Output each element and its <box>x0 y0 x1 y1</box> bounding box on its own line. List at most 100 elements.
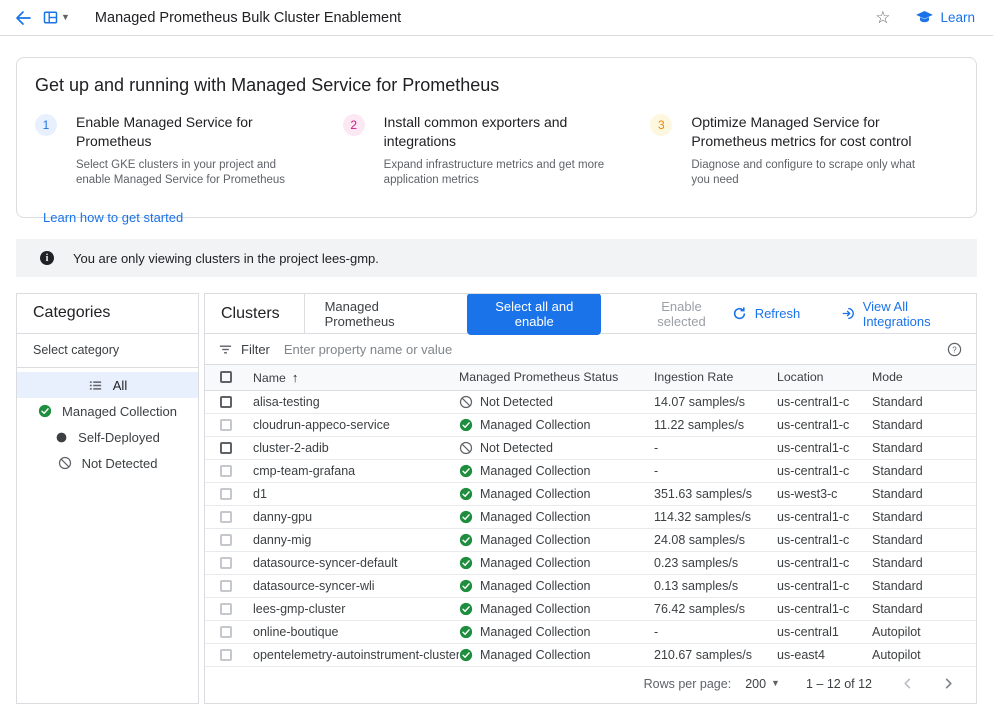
status-label: Managed Collection <box>480 602 591 616</box>
status-label: Managed Collection <box>480 556 591 570</box>
table-row[interactable]: datasource-syncer-default Managed Collect… <box>205 551 976 574</box>
next-page-button[interactable] <box>943 678 954 689</box>
cluster-name: online-boutique <box>248 620 459 643</box>
previous-page-button[interactable] <box>902 678 913 689</box>
table-row[interactable]: cluster-2-adibNot Detected-us-central1-c… <box>205 436 976 459</box>
step-1: 1Enable Managed Service for PrometheusSe… <box>35 113 343 189</box>
step-description: Diagnose and configure to scrape only wh… <box>691 158 928 189</box>
refresh-button[interactable]: Refresh <box>732 306 801 321</box>
status-cell: Managed Collection <box>459 620 654 643</box>
location-cell: us-west3-c <box>777 482 872 505</box>
table-row[interactable]: opentelemetry-autoinstrument-clusterMana… <box>205 643 976 666</box>
rows-per-page-value: 200 <box>745 677 766 691</box>
cluster-name: datasource-syncer-default <box>248 551 459 574</box>
filter-input[interactable] <box>284 342 947 357</box>
star-icon[interactable]: ☆ <box>875 9 890 26</box>
check-circle-icon <box>38 404 52 418</box>
check-circle-icon <box>459 602 473 616</box>
sidebar-item-managed-collection[interactable]: Managed Collection <box>17 398 198 424</box>
table-row[interactable]: cloudrun-appeco-serviceManaged Collectio… <box>205 413 976 436</box>
ingestion-rate-cell: 76.42 samples/s <box>654 597 777 620</box>
table-row[interactable]: online-boutiqueManaged Collection-us-cen… <box>205 620 976 643</box>
row-checkbox[interactable] <box>220 396 232 408</box>
mode-cell: Standard <box>872 482 976 505</box>
ingestion-rate-cell: - <box>654 459 777 482</box>
location-cell: us-central1-c <box>777 574 872 597</box>
column-header-ingestion-rate[interactable]: Ingestion Rate <box>654 365 777 390</box>
mode-cell: Standard <box>872 574 976 597</box>
getting-started-steps: 1Enable Managed Service for PrometheusSe… <box>35 113 958 189</box>
managed-prometheus-label: Managed Prometheus <box>325 299 442 329</box>
sidebar-item-all[interactable]: All <box>17 372 198 398</box>
status-cell: Not Detected <box>459 390 654 413</box>
column-header-status[interactable]: Managed Prometheus Status <box>459 365 654 390</box>
ingestion-rate-cell: 351.63 samples/s <box>654 482 777 505</box>
table-row[interactable]: datasource-syncer-wliManaged Collection0… <box>205 574 976 597</box>
back-arrow-icon[interactable] <box>14 9 32 27</box>
status-cell: Managed Collection <box>459 482 654 505</box>
row-checkbox <box>220 465 232 477</box>
status-label: Managed Collection <box>480 464 591 478</box>
check-circle-icon <box>459 625 473 639</box>
check-circle-icon <box>459 533 473 547</box>
learn-button[interactable]: Learn <box>916 10 975 25</box>
refresh-icon <box>732 306 747 321</box>
step-title: Enable Managed Service for Prometheus <box>76 113 313 151</box>
filter-icon <box>218 342 233 357</box>
blocked-icon <box>58 456 72 470</box>
filter-bar: Filter ? <box>205 334 976 365</box>
status-cell: Managed Collection <box>459 459 654 482</box>
cluster-name: cmp-team-grafana <box>248 459 459 482</box>
ingestion-rate-cell: 14.07 samples/s <box>654 390 777 413</box>
main-content: Categories Select category AllManaged Co… <box>16 293 977 704</box>
table-row[interactable]: alisa-testingNot Detected14.07 samples/s… <box>205 390 976 413</box>
window-grid-icon[interactable]: ▼ <box>43 10 70 25</box>
view-all-integrations-label: View All Integrations <box>863 299 960 329</box>
status-cell: Managed Collection <box>459 643 654 666</box>
row-checkbox <box>220 649 232 661</box>
rows-per-page-select[interactable]: 200 ▼ <box>745 677 780 691</box>
location-cell: us-central1 <box>777 620 872 643</box>
mode-cell: Autopilot <box>872 620 976 643</box>
status-cell: Managed Collection <box>459 413 654 436</box>
column-header-location[interactable]: Location <box>777 365 872 390</box>
select-all-checkbox[interactable] <box>220 371 232 383</box>
cluster-name: opentelemetry-autoinstrument-cluster <box>248 643 459 666</box>
column-header-mode[interactable]: Mode <box>872 365 976 390</box>
table-row[interactable]: danny-gpuManaged Collection114.32 sample… <box>205 505 976 528</box>
row-checkbox <box>220 626 232 638</box>
status-label: Not Detected <box>480 441 553 455</box>
cluster-name: datasource-syncer-wli <box>248 574 459 597</box>
status-cell: Managed Collection <box>459 574 654 597</box>
check-circle-icon <box>459 579 473 593</box>
step-number-badge: 3 <box>650 114 672 136</box>
table-row[interactable]: cmp-team-grafanaManaged Collection-us-ce… <box>205 459 976 482</box>
sidebar-item-not-detected[interactable]: Not Detected <box>17 450 198 476</box>
location-cell: us-central1-c <box>777 597 872 620</box>
table-row[interactable]: d1Managed Collection351.63 samples/sus-w… <box>205 482 976 505</box>
step-title: Install common exporters and integration… <box>384 113 621 151</box>
sidebar-item-self-deployed[interactable]: Self-Deployed <box>17 424 198 450</box>
row-checkbox <box>220 511 232 523</box>
blocked-icon <box>459 441 473 455</box>
chevron-down-icon: ▼ <box>771 679 780 688</box>
blocked-icon <box>459 395 473 409</box>
column-header-name[interactable]: Name↑ <box>248 365 459 390</box>
getting-started-card: Get up and running with Managed Service … <box>16 57 977 218</box>
divider <box>304 294 305 333</box>
step-title: Optimize Managed Service for Prometheus … <box>691 113 928 151</box>
view-all-integrations-button[interactable]: View All Integrations <box>842 299 960 329</box>
svg-text:?: ? <box>952 345 957 354</box>
help-icon[interactable]: ? <box>947 342 962 357</box>
table-row[interactable]: danny-migManaged Collection24.08 samples… <box>205 528 976 551</box>
select-all-and-enable-button[interactable]: Select all and enable <box>467 293 601 335</box>
row-checkbox[interactable] <box>220 442 232 454</box>
cluster-name: lees-gmp-cluster <box>248 597 459 620</box>
table-row[interactable]: lees-gmp-cluster Managed Collection 76.42 … <box>205 597 976 620</box>
categories-panel: Categories Select category AllManaged Co… <box>16 293 199 704</box>
pagination-range: 1 – 12 of 12 <box>806 677 872 691</box>
check-circle-icon <box>459 510 473 524</box>
cluster-name: d1 <box>248 482 459 505</box>
table-header-row: Name↑ Managed Prometheus Status Ingestio… <box>205 365 976 390</box>
learn-how-link[interactable]: Learn how to get started <box>43 210 183 225</box>
